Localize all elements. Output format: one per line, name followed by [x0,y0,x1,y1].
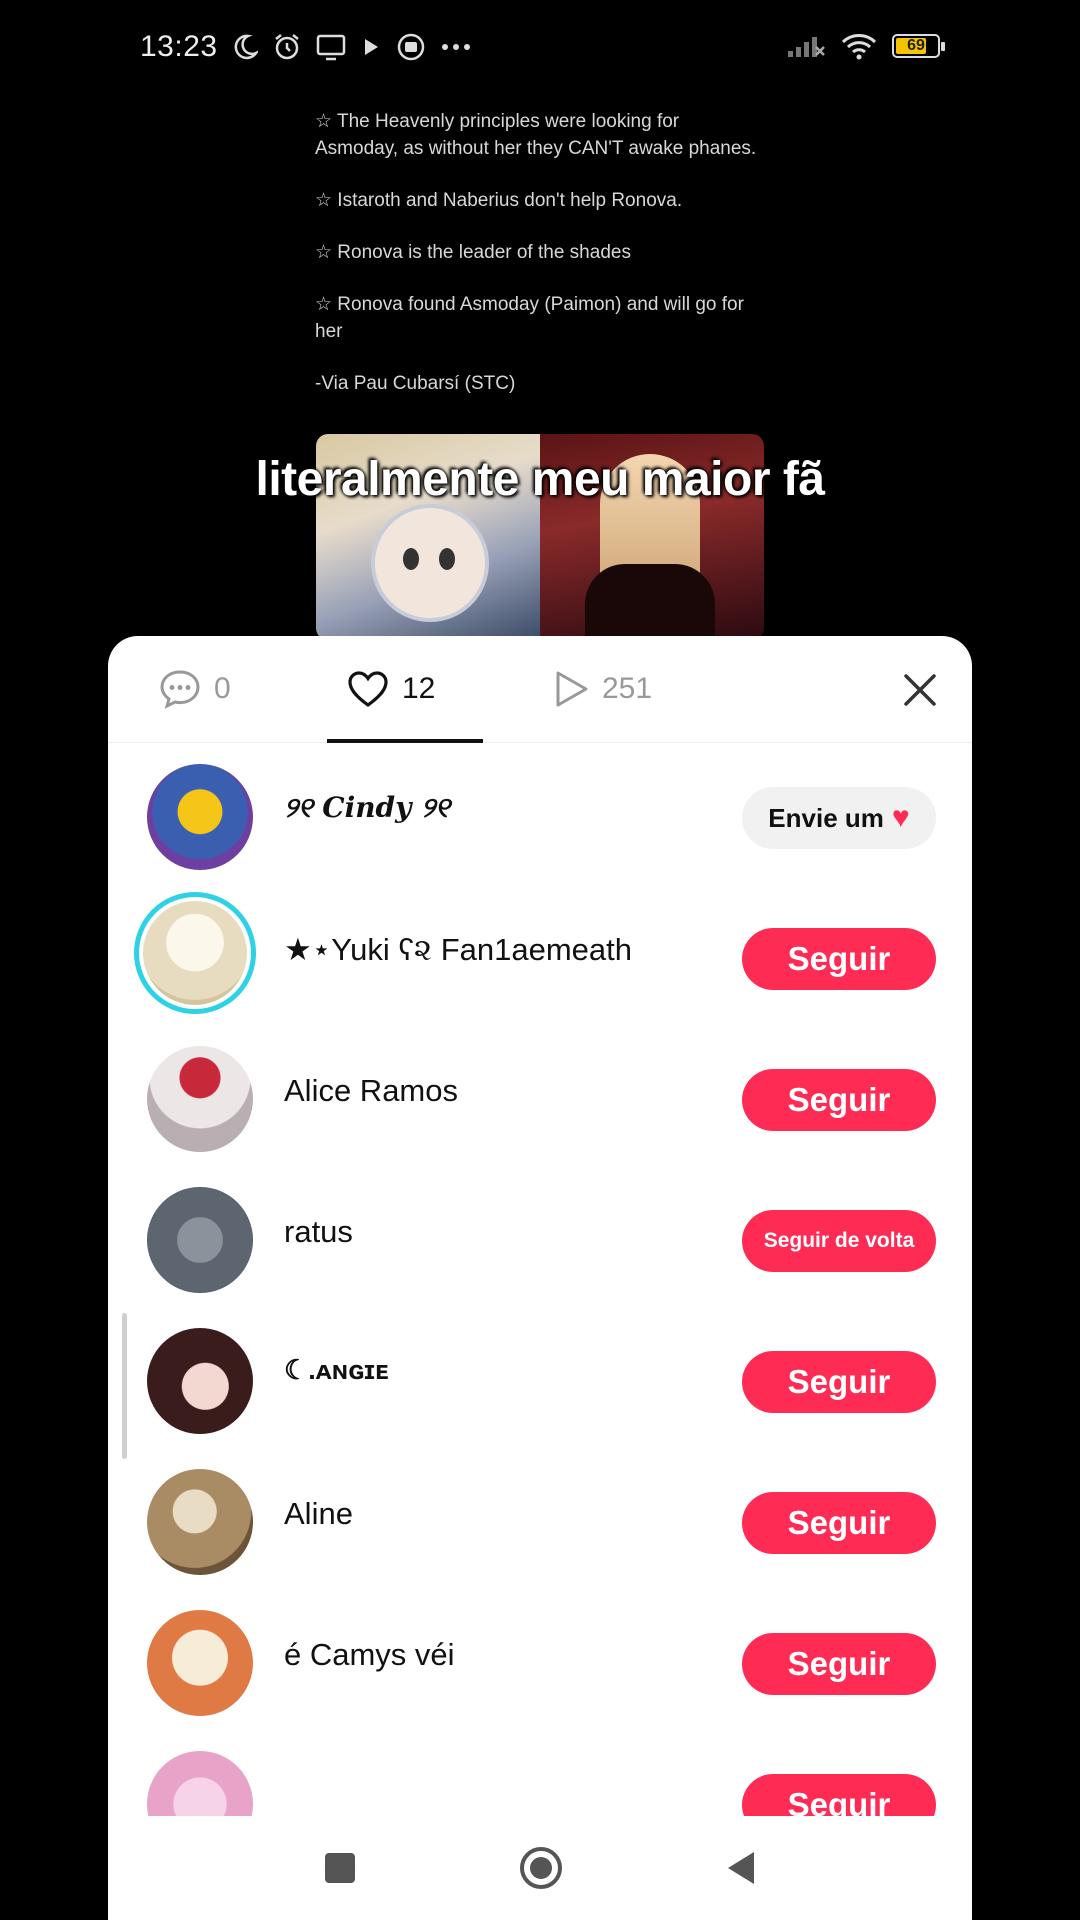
list-item[interactable]: ୨୧ 𝑪𝒊𝒏𝒅𝒚 ୨୧ Envie um ♥ [108,747,972,887]
tweet-line: ☆ Istaroth and Naberius don't help Ronov… [315,190,683,211]
cast-icon [316,34,345,61]
views-count: 251 [602,672,653,705]
tweet-line: -Via Pau Cubarsí (STC) [315,373,516,394]
username[interactable]: ★⋆Yuki ʕ૨ Fan1aemeath [284,932,632,969]
avatar[interactable] [147,1046,253,1152]
more-icon [441,44,470,50]
tab-views[interactable]: 251 [552,664,652,714]
avatar[interactable] [147,1328,253,1434]
avatar[interactable] [147,1187,253,1293]
red-heart-icon: ♥ [891,801,910,834]
list-item[interactable]: é Camys véi Seguir [108,1593,972,1733]
video-caption: literalmente meu maior fã [255,453,825,506]
list-item[interactable]: ★⋆Yuki ʕ૨ Fan1aemeath Seguir [108,888,972,1028]
likes-count: 12 [402,672,436,705]
heart-icon [348,671,388,707]
record-icon [397,33,424,61]
username[interactable]: é Camys véi [284,1637,455,1673]
follow-button[interactable]: Seguir [742,1492,936,1554]
battery-level: 69 [907,37,925,54]
status-bar: 13:23 69 [0,0,1080,100]
wifi-icon [841,34,877,60]
username[interactable]: Alice Ramos [284,1073,458,1109]
tweet-line: ☆ The Heavenly principles were looking f… [315,111,757,159]
battery-icon: 69 [892,34,945,58]
play-store-icon [364,39,378,55]
back-icon[interactable] [722,1848,762,1888]
signal-icon [788,37,825,57]
moon-icon [234,34,258,60]
home-icon[interactable] [518,1845,564,1891]
likes-sheet: 0 12 251 ୨୧ 𝑪𝒊𝒏𝒅𝒚 ୨୧ Envie um ♥ ★⋆Yuki ʕ૨… [108,636,972,1920]
send-heart-label: Envie um [768,802,884,833]
list-item[interactable]: ratus Seguir de volta [108,1170,972,1310]
username[interactable]: ୨୧ 𝑪𝒊𝒏𝒅𝒚 ୨୧ [284,791,450,825]
play-icon [556,671,588,707]
follow-button[interactable]: Seguir [742,1351,936,1413]
tweet-line: ☆ Ronova is the leader of the shades [315,242,631,263]
recents-icon[interactable] [320,1848,360,1888]
follow-button[interactable]: Seguir [742,928,936,990]
status-time: 13:23 [140,30,218,63]
follow-back-button[interactable]: Seguir de volta [742,1210,936,1272]
follow-button[interactable]: Seguir [742,1069,936,1131]
tab-likes[interactable]: 12 [346,664,435,714]
username[interactable]: ratus [284,1214,353,1250]
avatar[interactable] [147,1610,253,1716]
list-item[interactable]: Alice Ramos Seguir [108,1029,972,1169]
avatar[interactable] [147,764,253,870]
tweet-text: ☆ The Heavenly principles were looking f… [315,108,765,422]
send-heart-button[interactable]: Envie um ♥ [742,787,936,849]
close-icon[interactable] [898,668,942,712]
avatar[interactable] [147,1469,253,1575]
alarm-icon [274,34,299,60]
tweet-line: ☆ Ronova found Asmoday (Paimon) and will… [315,294,744,342]
avatar[interactable] [134,892,256,1014]
sheet-tabs: 0 12 251 [108,636,972,743]
list-item[interactable]: ☾.ᴀɴɢɪᴇ Seguir [108,1311,972,1451]
comment-icon [160,670,200,709]
likers-list[interactable]: ୨୧ 𝑪𝒊𝒏𝒅𝒚 ୨୧ Envie um ♥ ★⋆Yuki ʕ૨ Fan1aeme… [108,743,972,1920]
navigation-bar [108,1816,972,1920]
list-item[interactable]: Aline Seguir [108,1452,972,1592]
tab-comments[interactable]: 0 [158,664,231,714]
username[interactable]: Aline [284,1496,353,1532]
username[interactable]: ☾.ᴀɴɢɪᴇ [284,1355,388,1386]
follow-button[interactable]: Seguir [742,1633,936,1695]
comments-count: 0 [214,672,231,705]
